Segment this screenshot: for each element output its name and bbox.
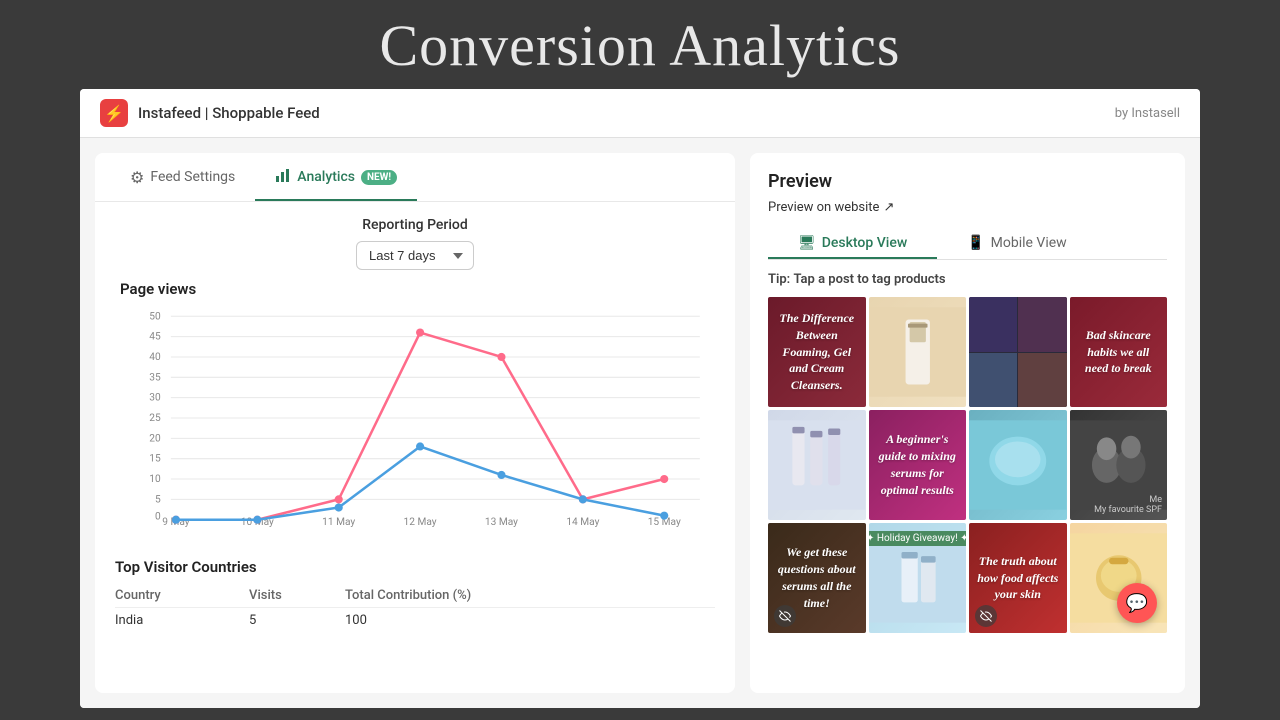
tab-bar: ⚙ Feed Settings Analytics NEW! <box>95 153 735 202</box>
app-header: ⚡ Instafeed | Shoppable Feed by Instasel… <box>80 89 1200 138</box>
right-panel: Preview Preview on website ↗ 🖥 Desktop V… <box>750 153 1185 693</box>
preview-title: Preview <box>768 171 1167 192</box>
preview-link[interactable]: Preview on website ↗ <box>768 200 1167 215</box>
page-title-bar: Conversion Analytics <box>0 0 1280 89</box>
country-visits: 5 <box>249 608 345 634</box>
new-badge: NEW! <box>361 170 397 185</box>
app-header-title: Instafeed | Shoppable Feed <box>138 104 320 122</box>
tip-content: Tap a post to tag products <box>793 272 945 287</box>
gear-icon: ⚙ <box>130 168 144 187</box>
svg-text:11 May: 11 May <box>322 517 355 528</box>
tab-feed-settings[interactable]: ⚙ Feed Settings <box>110 154 255 201</box>
top-countries-section: Top Visitor Countries Country Visits Tot… <box>95 548 735 633</box>
chart-icon <box>275 167 291 187</box>
tab-analytics[interactable]: Analytics NEW! <box>255 153 417 201</box>
reporting-label: Reporting Period <box>362 217 468 233</box>
desktop-view-label: Desktop View <box>822 235 907 251</box>
svg-text:5: 5 <box>155 494 161 505</box>
svg-text:45: 45 <box>149 332 161 343</box>
svg-text:20: 20 <box>149 433 161 444</box>
svg-text:25: 25 <box>149 413 161 424</box>
chart-section: Page views <box>115 280 715 533</box>
col-country: Country <box>115 584 249 608</box>
tip-label: Tip: <box>768 272 790 287</box>
desktop-icon: 🖥 <box>798 235 816 251</box>
svg-text:30: 30 <box>149 393 161 404</box>
app-window: ⚡ Instafeed | Shoppable Feed by Instasel… <box>80 89 1200 708</box>
feed-item-3[interactable] <box>969 297 1067 407</box>
svg-text:40: 40 <box>149 352 161 363</box>
feed-item-11[interactable]: The truth about how food affects your sk… <box>969 523 1067 633</box>
view-tabs: 🖥 Desktop View 📱 Mobile View <box>768 227 1167 260</box>
feed-item-5[interactable] <box>768 410 866 520</box>
tip-text: Tip: Tap a post to tag products <box>768 272 1167 287</box>
feed-item-4[interactable]: Bad skincare habits we all need to break <box>1070 297 1168 407</box>
product-image-7 <box>969 410 1067 520</box>
feed-settings-label: Feed Settings <box>150 169 235 185</box>
analytics-label: Analytics <box>297 169 355 185</box>
holiday-badge: ✦ Holiday Giveaway! ✦ <box>869 531 967 546</box>
mobile-view-label: Mobile View <box>991 235 1067 251</box>
chat-bubble[interactable]: 💬 <box>1117 583 1157 623</box>
line-chart: 50 45 40 35 30 25 20 15 10 5 0 <box>120 303 710 533</box>
tab-mobile-view[interactable]: 📱 Mobile View <box>937 227 1096 259</box>
svg-text:12 May: 12 May <box>404 517 437 528</box>
table-row: India 5 100 <box>115 608 715 634</box>
feed-text-11: The truth about how food affects your sk… <box>977 553 1059 603</box>
external-link-icon: ↗ <box>883 200 894 215</box>
hidden-icon-11[interactable] <box>975 605 997 627</box>
left-panel: ⚙ Feed Settings Analytics NEW! <box>95 153 735 693</box>
app-header-left: ⚡ Instafeed | Shoppable Feed <box>100 99 320 127</box>
feed-text-1: The Difference Between Foaming, Gel and … <box>776 310 858 394</box>
feed-item-9[interactable]: We get these questions about serums all … <box>768 523 866 633</box>
app-body: ⚙ Feed Settings Analytics NEW! <box>80 138 1200 708</box>
product-image-12 <box>1070 523 1168 633</box>
feed-grid: The Difference Between Foaming, Gel and … <box>768 297 1167 633</box>
page-title: Conversion Analytics <box>0 12 1280 79</box>
svg-text:10: 10 <box>149 474 161 485</box>
feed-item-12[interactable]: 💬 <box>1070 523 1168 633</box>
product-image-2 <box>869 297 967 407</box>
svg-text:15: 15 <box>149 454 161 465</box>
feed-text-4: Bad skincare habits we all need to break <box>1078 327 1160 377</box>
feed-text-6: A beginner's guide to mixing serums for … <box>877 431 959 498</box>
svg-text:35: 35 <box>149 372 161 383</box>
app-header-by: by Instasell <box>1115 106 1180 121</box>
col-contribution: Total Contribution (%) <box>345 584 715 608</box>
chart-area: 50 45 40 35 30 25 20 15 10 5 0 <box>120 303 710 533</box>
app-logo: ⚡ <box>100 99 128 127</box>
hidden-icon-9[interactable] <box>774 605 796 627</box>
preview-link-text: Preview on website <box>768 200 879 215</box>
tab-desktop-view[interactable]: 🖥 Desktop View <box>768 227 937 259</box>
col-visits: Visits <box>249 584 345 608</box>
countries-table: Country Visits Total Contribution (%) In… <box>115 584 715 633</box>
country-contribution: 100 <box>345 608 715 634</box>
feed-item-10[interactable]: ✦ Holiday Giveaway! ✦ <box>869 523 967 633</box>
feed-item-7[interactable] <box>969 410 1067 520</box>
item-8-label: Me <box>1094 495 1162 505</box>
feed-item-8[interactable]: Me My favourite SPF <box>1070 410 1168 520</box>
svg-text:0: 0 <box>155 512 161 523</box>
reporting-section: Reporting Period Last 7 days Last 30 day… <box>115 217 715 270</box>
feed-item-2[interactable] <box>869 297 967 407</box>
feed-item-1[interactable]: The Difference Between Foaming, Gel and … <box>768 297 866 407</box>
country-name: India <box>115 608 249 634</box>
svg-text:50: 50 <box>149 311 161 322</box>
svg-text:14 May: 14 May <box>566 517 599 528</box>
reporting-select[interactable]: Last 7 days Last 30 days Last 90 days <box>356 241 474 270</box>
product-image-5 <box>768 410 866 520</box>
panel-content: Reporting Period Last 7 days Last 30 day… <box>95 202 735 548</box>
mobile-icon: 📱 <box>967 235 984 251</box>
feed-text-9: We get these questions about serums all … <box>776 544 858 611</box>
svg-text:13 May: 13 May <box>485 517 518 528</box>
top-countries-title: Top Visitor Countries <box>115 558 715 576</box>
item-8-sublabel: My favourite SPF <box>1094 505 1162 515</box>
feed-item-6[interactable]: A beginner's guide to mixing serums for … <box>869 410 967 520</box>
chart-title: Page views <box>120 280 710 298</box>
